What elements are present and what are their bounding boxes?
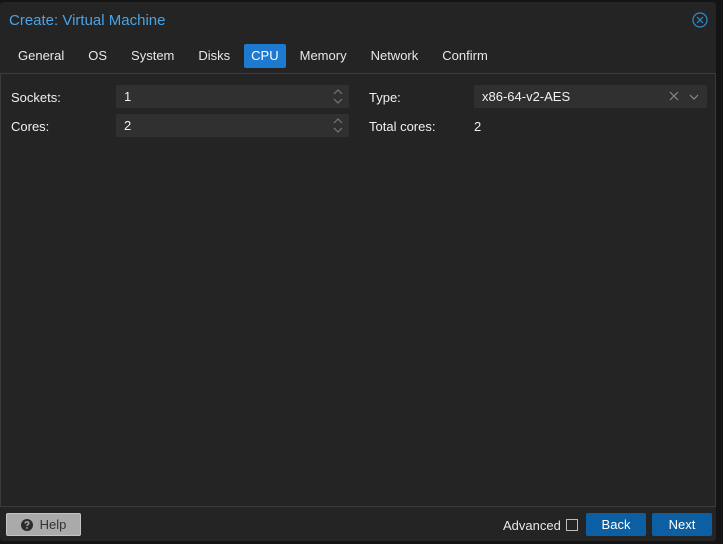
cpu-type-combo[interactable]: x86-64-v2-AES xyxy=(474,85,707,108)
type-label: Type: xyxy=(369,90,401,105)
advanced-label: Advanced xyxy=(503,518,561,533)
tab-system[interactable]: System xyxy=(121,44,184,68)
spinner-arrows-icon[interactable] xyxy=(333,117,343,134)
cores-input[interactable]: 2 xyxy=(116,114,349,137)
sockets-input[interactable]: 1 xyxy=(116,85,349,108)
sockets-value: 1 xyxy=(124,89,132,104)
back-button[interactable]: Back xyxy=(586,513,646,536)
tab-disks[interactable]: Disks xyxy=(188,44,240,68)
tab-network[interactable]: Network xyxy=(361,44,429,68)
sockets-label: Sockets: xyxy=(11,90,61,105)
spinner-arrows-icon[interactable] xyxy=(333,88,343,105)
help-label: Help xyxy=(39,517,67,532)
tab-cpu[interactable]: CPU xyxy=(244,44,286,68)
cpu-type-value: x86-64-v2-AES xyxy=(482,89,571,104)
create-vm-dialog: Create: Virtual Machine General OS Syste… xyxy=(0,2,716,541)
total-cores-value: 2 xyxy=(474,119,482,134)
clear-icon[interactable] xyxy=(669,85,679,108)
wizard-tabs: General OS System Disks CPU Memory Netwo… xyxy=(8,44,502,68)
next-button[interactable]: Next xyxy=(652,513,712,536)
cores-label: Cores: xyxy=(11,119,50,134)
total-cores-label: Total cores: xyxy=(369,119,436,134)
advanced-checkbox[interactable] xyxy=(566,519,578,531)
chevron-down-icon[interactable] xyxy=(689,85,699,108)
tab-confirm[interactable]: Confirm xyxy=(432,44,498,68)
cpu-panel xyxy=(0,73,716,507)
cores-value: 2 xyxy=(124,118,132,133)
tab-os[interactable]: OS xyxy=(78,44,117,68)
tab-memory[interactable]: Memory xyxy=(290,44,357,68)
tab-general[interactable]: General xyxy=(8,44,74,68)
close-button[interactable] xyxy=(692,12,708,28)
dialog-title: Create: Virtual Machine xyxy=(9,12,166,29)
circle-x-icon xyxy=(692,12,708,28)
question-circle-icon xyxy=(20,518,33,531)
help-button[interactable]: Help xyxy=(6,513,81,536)
